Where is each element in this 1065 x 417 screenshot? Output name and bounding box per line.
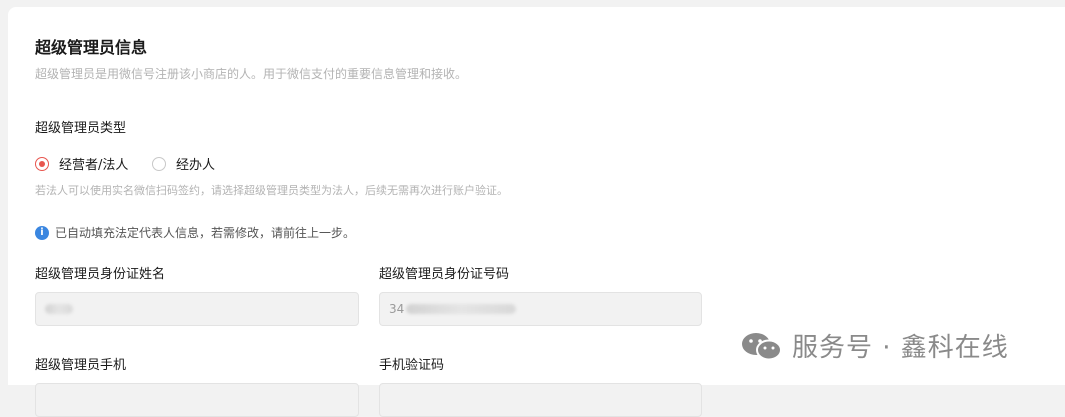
watermark-text: 服务号 · 鑫科在线 [792, 333, 1009, 363]
phone-label: 超级管理员手机 [35, 358, 127, 373]
id-name-field[interactable] [35, 292, 359, 326]
info-icon: i [35, 225, 49, 240]
id-number-label: 超级管理员身份证号码 [379, 267, 510, 282]
id-name-label: 超级管理员身份证姓名 [35, 267, 166, 282]
id-number-field[interactable]: 34 [379, 292, 702, 326]
id-number-prefix: 34 [389, 302, 405, 316]
section-description: 超级管理员是用微信号注册该小商店的人。用于微信支付的重要信息管理和接收。 [35, 67, 468, 81]
admin-type-hint: 若法人可以使用实名微信扫码签约，请选择超级管理员类型为法人，后续无需再次进行账户… [35, 184, 508, 197]
radio-operator-legal-person[interactable]: 经营者/法人 [35, 154, 128, 173]
redacted-name [45, 304, 73, 314]
watermark: 服务号 · 鑫科在线 [740, 327, 1009, 364]
verification-code-field[interactable] [379, 383, 702, 417]
radio-label: 经营者/法人 [59, 158, 129, 173]
phone-field[interactable] [35, 383, 359, 417]
redacted-id-number [406, 304, 517, 314]
radio-agent[interactable]: 经办人 [152, 154, 215, 173]
notice-text: 已自动填充法定代表人信息，若需修改，请前往上一步。 [55, 226, 356, 240]
radio-checked-icon[interactable] [35, 156, 49, 171]
wechat-icon [742, 332, 782, 360]
autofill-notice: i 已自动填充法定代表人信息，若需修改，请前往上一步。 [35, 224, 355, 241]
verification-code-label: 手机验证码 [379, 358, 445, 373]
admin-type-label: 超级管理员类型 [35, 121, 127, 136]
radio-unchecked-icon[interactable] [152, 156, 166, 171]
radio-label: 经办人 [176, 158, 216, 173]
section-title: 超级管理员信息 [35, 38, 148, 57]
